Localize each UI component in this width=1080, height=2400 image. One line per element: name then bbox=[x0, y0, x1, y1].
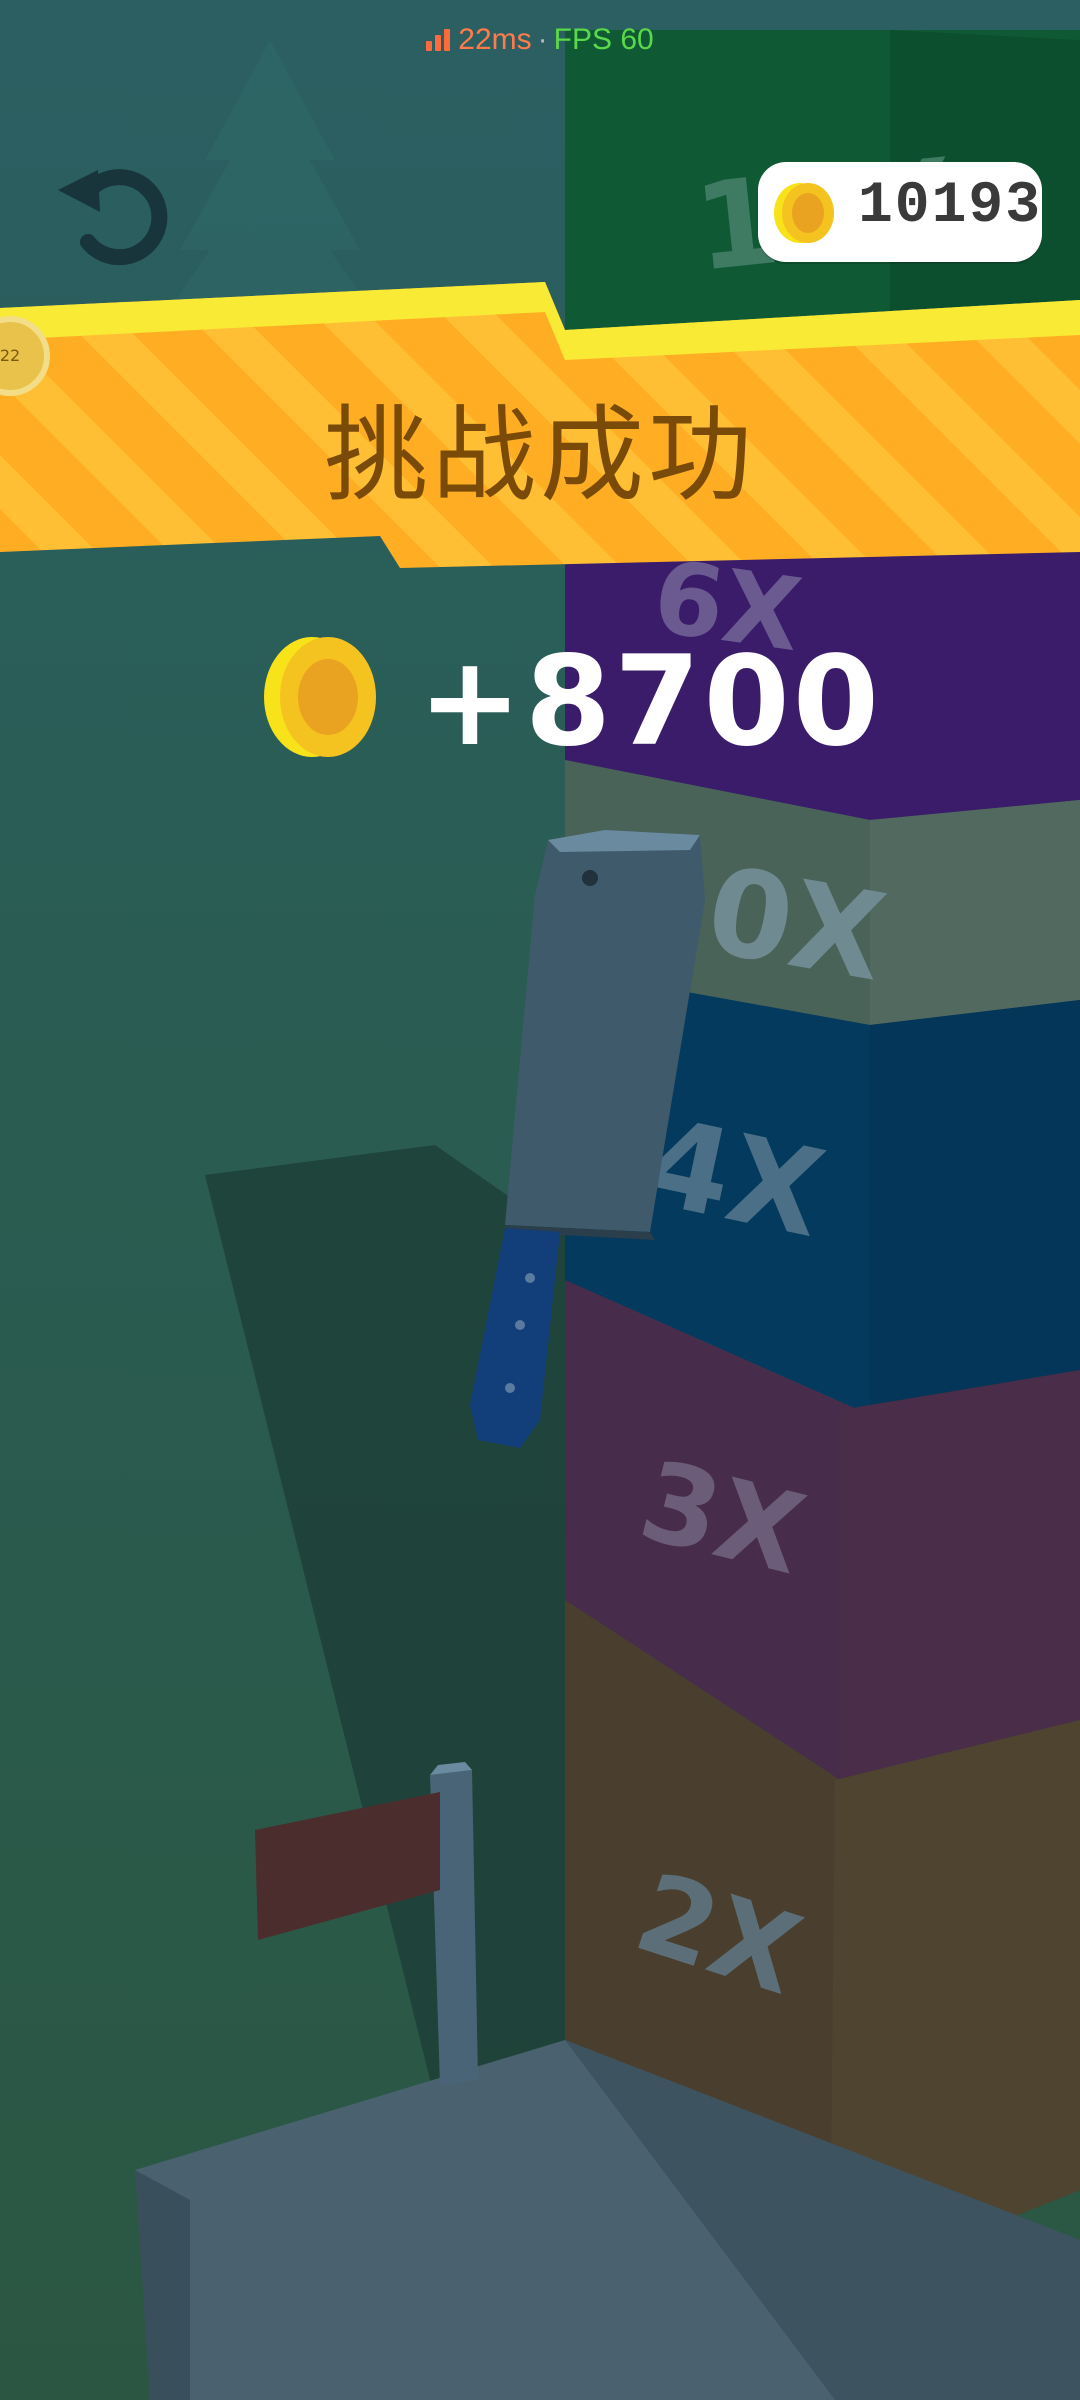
performance-indicator: 22ms · FPS 60 bbox=[0, 22, 1080, 57]
coin-total: 10193 bbox=[858, 174, 1043, 239]
ping-text: 22ms bbox=[458, 23, 532, 57]
gold-coin-icon bbox=[264, 637, 376, 757]
game-scene: 10X 6X 20X 4X 3X 2X bbox=[0, 0, 1080, 2400]
fps-text: FPS 60 bbox=[553, 23, 654, 57]
coin-counter: 10193 bbox=[758, 162, 1042, 262]
status-separator: · bbox=[537, 23, 548, 57]
signal-bars-icon bbox=[426, 29, 452, 52]
reward-display: +8700 bbox=[258, 630, 879, 774]
restart-button[interactable] bbox=[48, 150, 168, 270]
gold-coin-icon bbox=[774, 183, 834, 243]
challenge-success-title: 挑战成功 bbox=[323, 394, 756, 516]
undo-arrow-icon bbox=[58, 169, 168, 266]
reward-amount: +8700 bbox=[418, 630, 883, 774]
